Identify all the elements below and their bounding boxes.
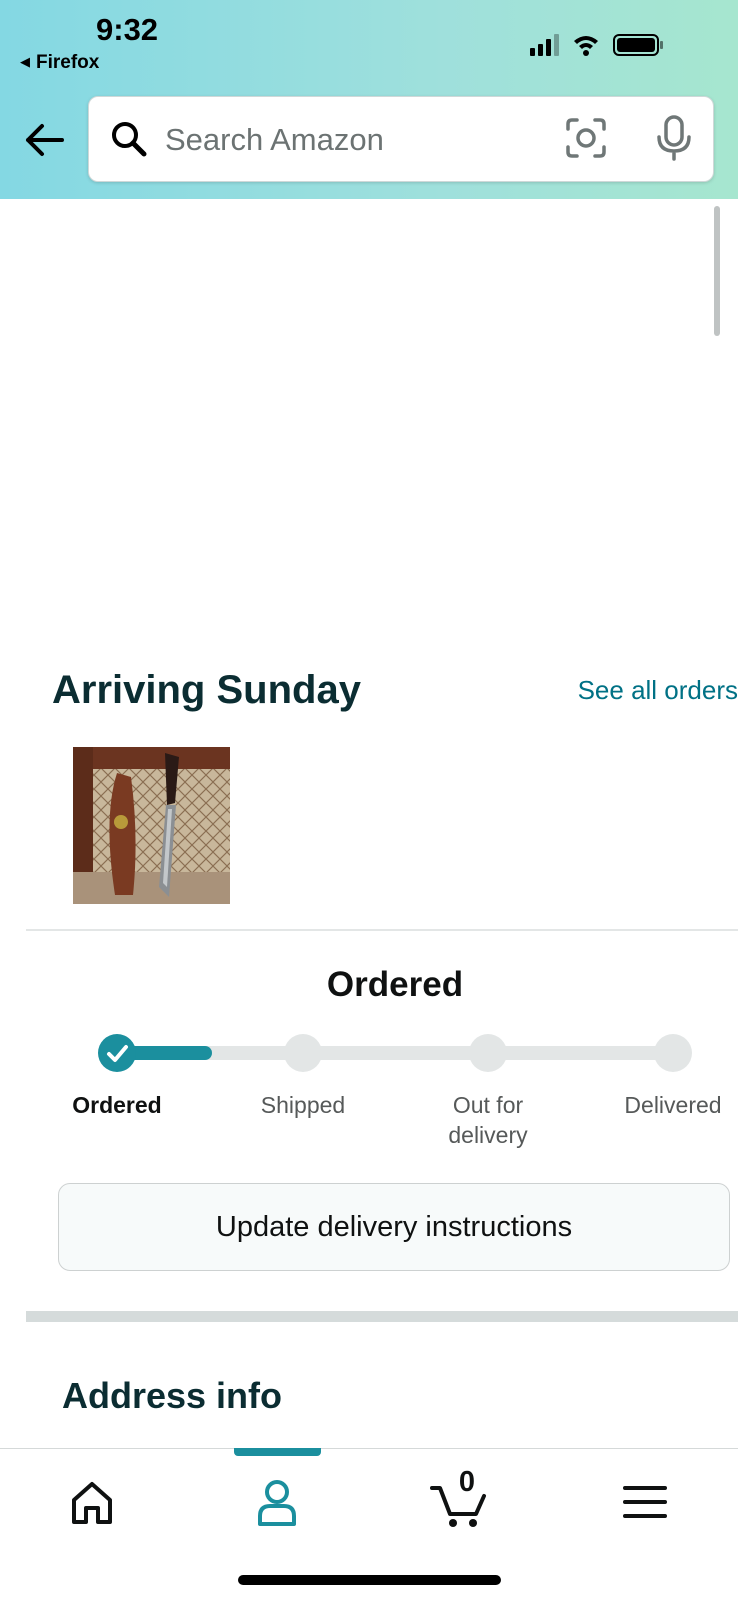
status-icons xyxy=(530,34,663,56)
back-triangle-icon: ◀ xyxy=(20,54,30,69)
search-bar[interactable] xyxy=(88,96,714,182)
step-ordered-dot xyxy=(98,1034,136,1072)
section-divider xyxy=(26,1311,738,1322)
back-arrow-icon[interactable] xyxy=(22,118,66,162)
step-label-ordered: Ordered xyxy=(72,1092,162,1118)
battery-icon xyxy=(613,34,663,56)
wifi-icon xyxy=(574,36,598,56)
step-label-delivered: Delivered xyxy=(624,1092,722,1118)
active-tab-indicator xyxy=(234,1448,321,1456)
step-label-out-for-delivery: Out for delivery xyxy=(448,1092,528,1148)
update-delivery-instructions-button[interactable]: Update delivery instructions xyxy=(58,1183,730,1271)
product-image[interactable] xyxy=(73,747,230,904)
app-header: 9:32 ◀ Firefox xyxy=(0,0,738,199)
step-delivered-dot xyxy=(654,1034,692,1072)
see-all-orders-link[interactable]: See all orders xyxy=(578,675,738,706)
status-time: 9:32 xyxy=(96,12,159,47)
search-input[interactable] xyxy=(163,115,547,165)
menu-icon[interactable] xyxy=(615,1474,675,1530)
order-status-title: Ordered xyxy=(326,965,464,1004)
cart-count: 0 xyxy=(458,1466,476,1498)
home-icon[interactable] xyxy=(62,1474,122,1530)
arriving-heading: Arriving Sunday xyxy=(52,668,361,712)
checkmark-icon xyxy=(107,1045,128,1062)
back-app-label: Firefox xyxy=(36,52,100,73)
microphone-icon[interactable] xyxy=(655,115,693,161)
step-label-shipped: Shipped xyxy=(260,1092,346,1118)
step-shipped-dot xyxy=(284,1034,322,1072)
step-out-for-delivery-dot xyxy=(469,1034,507,1072)
address-info-heading: Address info xyxy=(62,1375,283,1416)
camera-scan-icon[interactable] xyxy=(565,117,607,159)
divider xyxy=(26,929,738,931)
scrollbar[interactable] xyxy=(714,206,720,336)
signal-icon xyxy=(530,34,559,56)
account-icon[interactable] xyxy=(247,1474,307,1530)
home-indicator xyxy=(238,1575,501,1585)
back-to-app-link[interactable]: ◀ Firefox xyxy=(20,52,99,74)
search-icon xyxy=(112,122,147,157)
